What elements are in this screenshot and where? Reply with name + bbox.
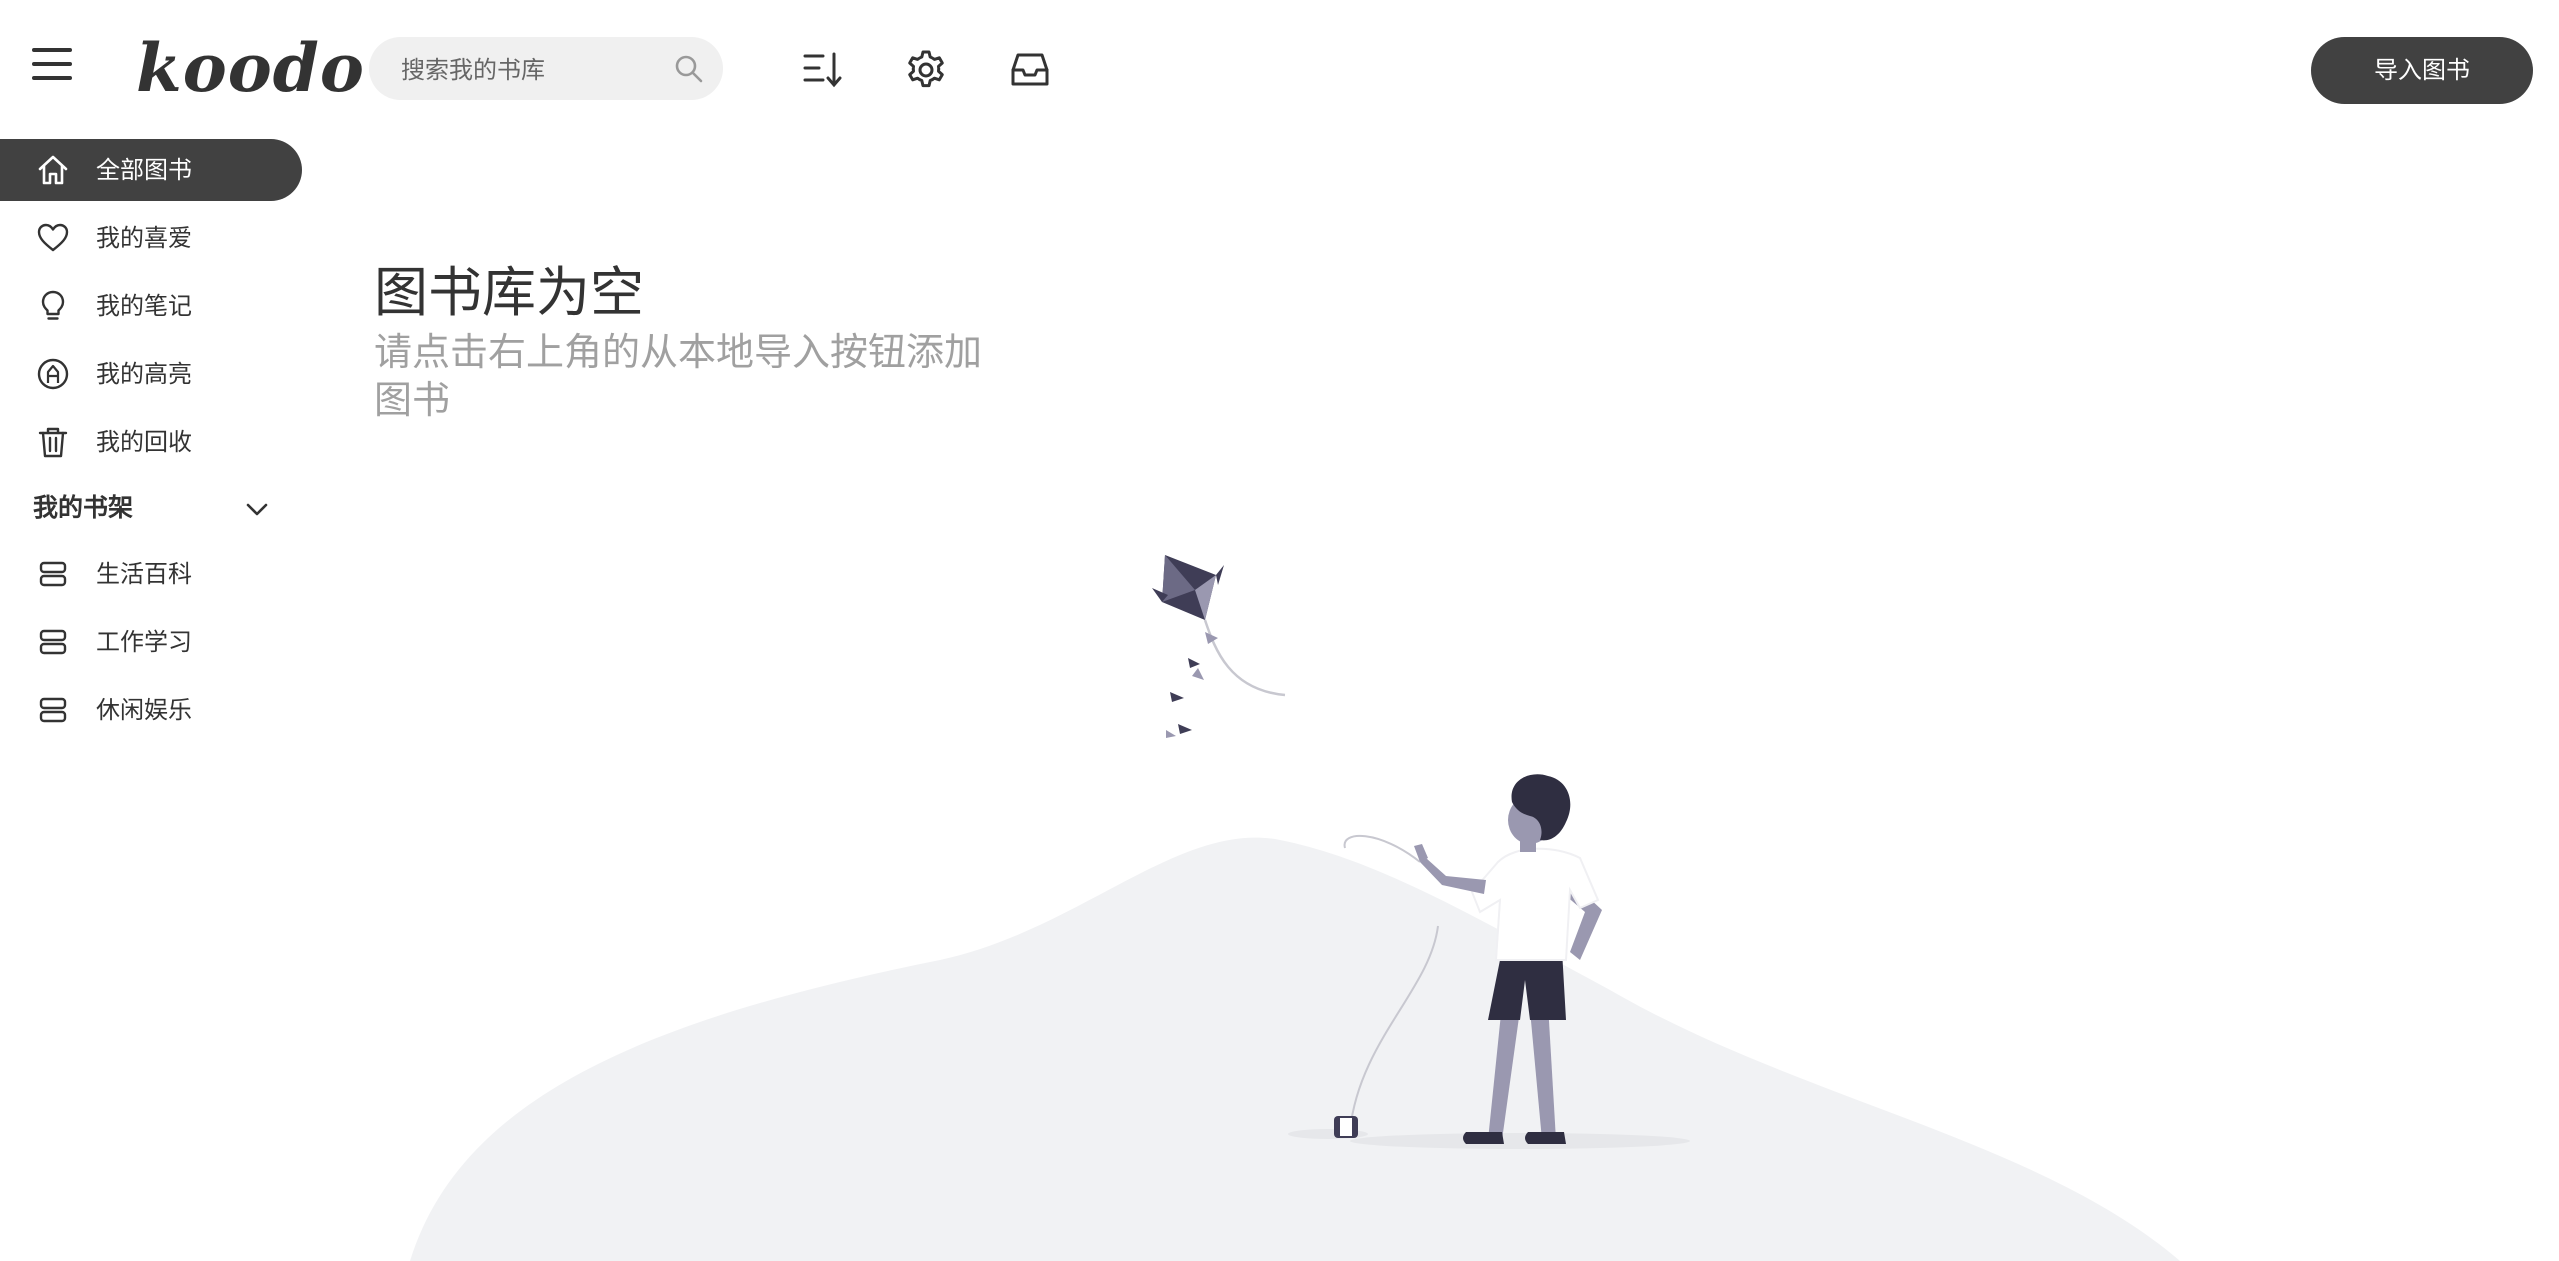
lightbulb-icon (41, 290, 65, 320)
highlight-icon (37, 358, 69, 390)
sort-icon[interactable] (801, 48, 845, 92)
sidebar-item-label: 我的笔记 (96, 292, 192, 320)
heart-icon (37, 223, 69, 252)
shelf-icon (39, 697, 67, 723)
sidebar-item-label: 我的回收 (96, 428, 192, 456)
sidebar-item-notes[interactable]: 我的笔记 (0, 275, 302, 337)
settings-icon[interactable] (904, 48, 948, 92)
sidebar-item-trash[interactable]: 我的回收 (0, 411, 302, 473)
sidebar-item-shelf-work[interactable]: 工作学习 (0, 611, 302, 673)
sidebar-item-label: 我的喜爱 (96, 224, 192, 252)
sidebar-item-label: 生活百科 (96, 560, 192, 588)
empty-library-subtitle: 请点击右上角的从本地导入按钮添加图书 (374, 330, 983, 422)
sidebar-item-shelf-leisure[interactable]: 休闲娱乐 (0, 679, 302, 741)
app-logo: koodo (136, 29, 365, 107)
inbox-icon[interactable] (1008, 48, 1052, 92)
shelf-icon (39, 629, 67, 655)
sidebar-item-label: 休闲娱乐 (96, 696, 192, 724)
import-books-button[interactable]: 导入图书 (2311, 37, 2533, 104)
trash-icon (38, 427, 68, 458)
sidebar-item-all-books[interactable]: 全部图书 (0, 139, 302, 201)
search-icon[interactable] (673, 53, 705, 85)
home-icon (38, 155, 68, 185)
kite-illustration (410, 555, 2180, 1261)
sidebar-item-favorites[interactable]: 我的喜爱 (0, 207, 302, 269)
shelf-icon (39, 561, 67, 587)
sidebar-item-shelf-life[interactable]: 生活百科 (0, 543, 302, 605)
empty-library-title: 图书库为空 (374, 261, 644, 324)
sidebar-item-label: 全部图书 (96, 156, 192, 184)
sidebar-item-highlights[interactable]: 我的高亮 (0, 343, 302, 405)
chevron-down-icon[interactable] (244, 496, 270, 522)
menu-icon[interactable] (32, 48, 72, 94)
search-input[interactable] (399, 37, 673, 102)
search-box[interactable] (369, 37, 723, 102)
shelf-section-title: 我的书架 (33, 493, 134, 522)
sidebar-item-label: 我的高亮 (96, 360, 192, 388)
sidebar-item-label: 工作学习 (96, 628, 192, 656)
